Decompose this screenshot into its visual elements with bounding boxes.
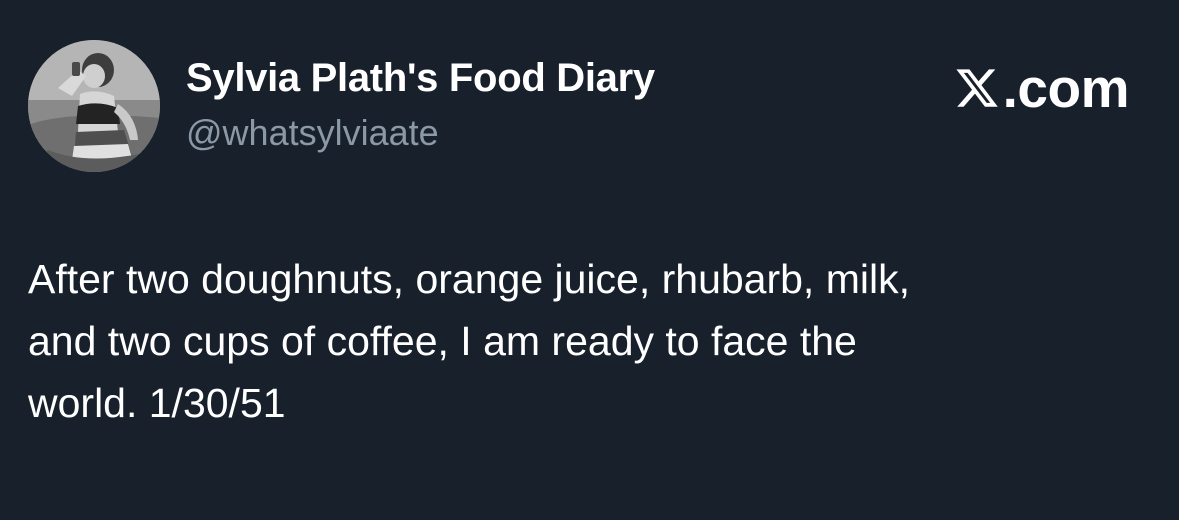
tweet-text: After two doughnuts, orange juice, rhuba… <box>28 248 1153 434</box>
x-brand-watermark: .com <box>953 57 1130 119</box>
avatar-photo <box>28 40 160 172</box>
x-logo-icon <box>956 69 998 107</box>
tweet-text-line: and two cups of coffee, I am ready to fa… <box>28 318 857 364</box>
tweet-text-line: After two doughnuts, orange juice, rhuba… <box>28 256 910 302</box>
author-handle[interactable]: @whatsylviaate <box>186 111 439 155</box>
tweet-card: Sylvia Plath's Food Diary @whatsylviaate… <box>0 0 1179 520</box>
tweet-text-line: world. 1/30/51 <box>28 380 286 426</box>
brand-domain-text: .com <box>1002 57 1130 119</box>
avatar[interactable] <box>28 40 160 172</box>
author-display-name[interactable]: Sylvia Plath's Food Diary <box>186 54 655 102</box>
